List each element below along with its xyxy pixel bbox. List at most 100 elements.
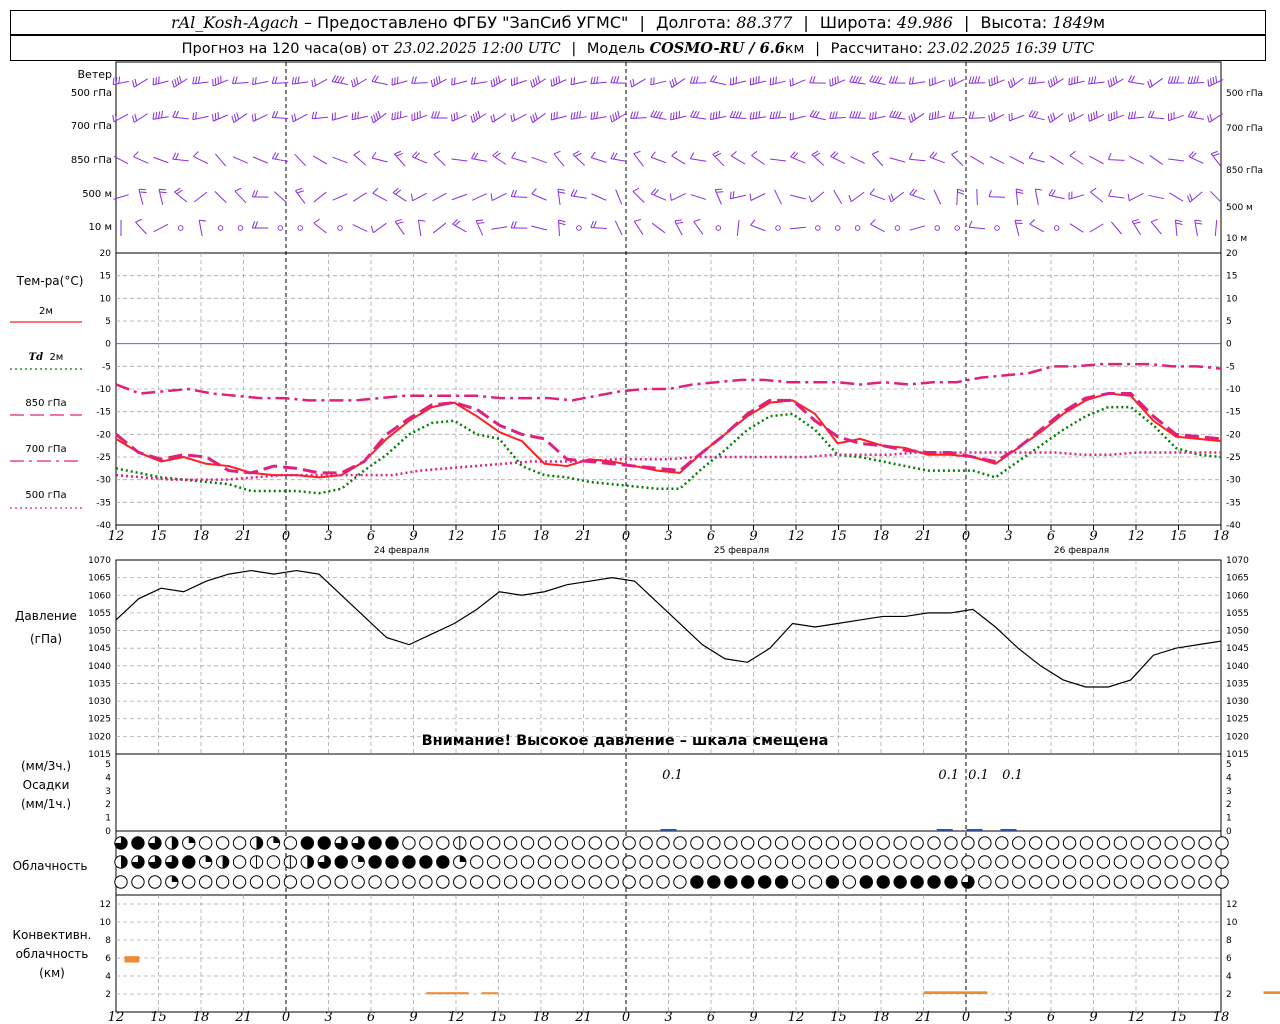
pres-ytick-left: 1020: [88, 732, 111, 742]
wind-barb-flag: [351, 80, 354, 88]
wind-barb-flag: [217, 76, 219, 84]
cloud-cover-circle: [1215, 855, 1229, 869]
wind-barb-flag: [971, 76, 975, 84]
wind-barb-shaft: [969, 226, 986, 230]
wind-calm-marker: [894, 225, 901, 231]
wind-barb-shaft: [391, 80, 408, 86]
wind-calm-marker: [277, 225, 284, 231]
wind-barb-flag: [436, 111, 440, 119]
wind-barb-flag: [231, 76, 235, 84]
bottom-xtick: 15: [150, 1010, 167, 1024]
wind-barb-flag: [752, 111, 755, 119]
wind-barb-shaft: [1089, 191, 1104, 203]
wind-barb-flag: [558, 219, 566, 223]
wind-calm-marker: [834, 225, 841, 231]
cloud-cover-circle: [842, 875, 857, 889]
wind-barb-flag: [1052, 77, 1056, 85]
wind-barb-flag: [1212, 76, 1215, 85]
wind-barb-shaft: [790, 194, 806, 200]
wind-barb-shaft: [1174, 219, 1178, 237]
wind-barb-flag: [1147, 110, 1152, 118]
cloud-cover-circle: [1079, 836, 1094, 850]
wind-barb-flag: [1095, 110, 1098, 118]
cloud-cover-circle: [351, 875, 365, 889]
cloud-cover-circle: [1062, 855, 1077, 869]
conv-ytick-left: 6: [105, 954, 111, 964]
wind-barb-flag: [1189, 193, 1193, 201]
wind-barb-flag: [313, 218, 320, 224]
wind-barb-shaft: [590, 227, 607, 229]
wind-barb-flag: [772, 77, 775, 85]
wind-barb-shaft: [1108, 159, 1125, 161]
wind-barb-flag: [1016, 191, 1024, 194]
wind-barb-flag: [869, 112, 872, 120]
wind-barb-flag: [155, 111, 158, 119]
temp-xtick: 21: [574, 529, 592, 544]
wind-barb-shaft: [712, 153, 725, 167]
wind-barb-flag: [537, 75, 541, 83]
wind-barb-flag: [451, 77, 453, 86]
cloud-cover-circle: [470, 855, 484, 869]
cloud-cover-circle: [1079, 855, 1094, 869]
wind-barb-flag: [1110, 78, 1113, 86]
wind-level-500m: 500 м: [82, 189, 112, 200]
cloud-cover-circle: [724, 875, 738, 889]
wind-barb-flag: [477, 222, 485, 224]
wind-barb-shaft: [909, 158, 926, 162]
cloud-cover-fill: [171, 875, 179, 882]
cloud-cover-circle: [1028, 875, 1043, 889]
wind-barb-shaft: [432, 192, 447, 202]
cloud-cover-circle: [622, 875, 636, 889]
cloud-cover-circle: [385, 855, 399, 869]
wind-barb-flag: [1047, 115, 1051, 123]
wind-barb-flag: [951, 78, 954, 86]
temp-ytick-left: 15: [100, 272, 111, 282]
cloud-cover-circle: [571, 875, 586, 889]
wind-barb-shaft: [471, 158, 488, 162]
wind-barb-flag: [297, 76, 300, 84]
wind-calm-marker: [217, 225, 224, 231]
wind-barb-shaft: [273, 191, 287, 203]
wind-calm-marker: [854, 225, 861, 231]
wind-barb-flag: [1090, 187, 1097, 193]
convective-cloud-bar: [1263, 991, 1280, 994]
pres-ytick-right: 1070: [1226, 556, 1249, 566]
wind-barb-shaft: [451, 80, 468, 86]
bottom-xtick: 0: [282, 1010, 290, 1024]
wind-barb-flag: [234, 76, 238, 84]
wind-barb-flag: [593, 76, 596, 84]
wind-barb-shaft: [531, 156, 547, 164]
wind-barb-shaft: [1068, 80, 1085, 86]
cloud-cover-circle: [1062, 836, 1077, 850]
cloud-cover-circle: [774, 836, 789, 850]
cloud-cover-circle: [910, 855, 924, 869]
cloud-cover-circle: [995, 836, 1009, 850]
wind-barb-flag: [634, 219, 642, 222]
prec-ytick-right: 4: [1226, 773, 1232, 783]
cloud-cover-circle: [588, 836, 602, 850]
wind-barb-flag: [431, 111, 435, 119]
cloud-cover-circle: [1198, 875, 1212, 889]
precip-unit-3h: (мм/3ч.): [20, 759, 72, 773]
wind-barb-flag: [614, 112, 618, 120]
wind-barb-shaft: [572, 154, 586, 166]
wind-barb-shaft: [1029, 223, 1045, 233]
wind-barb-flag: [394, 112, 396, 120]
precip-bar: [1000, 829, 1017, 831]
wind-barb-flag: [1073, 112, 1076, 120]
wind-barb-flag: [513, 190, 518, 197]
temp-xtick: 6: [1047, 529, 1055, 544]
wind-barb-flag: [572, 150, 580, 155]
prec-ytick-left: 2: [105, 800, 111, 810]
wind-barb-flag: [134, 78, 138, 86]
conv-ytick-right: 10: [1226, 918, 1238, 928]
wind-barb-shaft: [871, 153, 884, 167]
wind-barb-flag: [854, 111, 859, 119]
wind-barb-flag: [808, 195, 813, 203]
wind-barb-shaft: [671, 155, 686, 165]
wind-barb-shaft: [332, 193, 348, 201]
cloud-cover-circle: [368, 855, 382, 869]
wind-barb-flag: [809, 76, 813, 84]
wind-barb-flag: [869, 188, 875, 195]
wind-barb-flag: [653, 77, 655, 85]
